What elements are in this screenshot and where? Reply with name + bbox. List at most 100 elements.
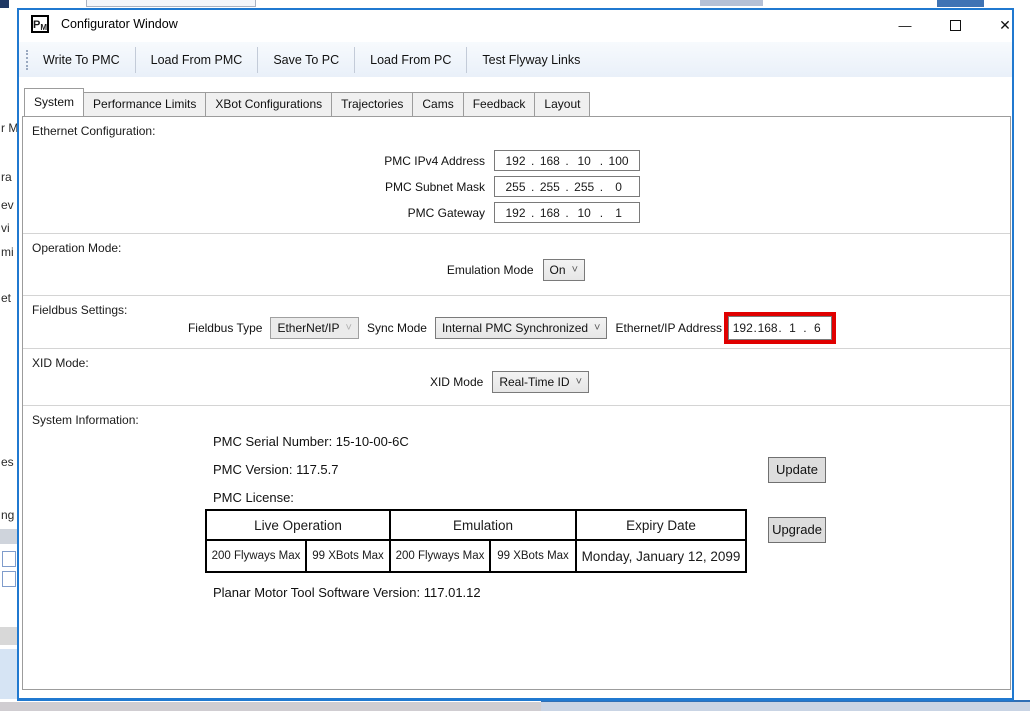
- ip-octet: 192: [732, 321, 754, 335]
- save-to-pc-button[interactable]: Save To PC: [258, 47, 354, 73]
- ethernet-ip-address-input[interactable]: 192.168.1.6: [728, 316, 832, 340]
- background-gray-box: [0, 627, 17, 645]
- ethernet-configuration-section: Ethernet Configuration: PMC IPv4 Address…: [23, 117, 1010, 233]
- emulation-mode-dropdown[interactable]: On ˅: [543, 259, 585, 281]
- background-bottom-right-strip: [541, 700, 1030, 711]
- license-table-data-row: 200 Flyways Max 99 XBots Max 200 Flyways…: [206, 540, 746, 572]
- header-expiry-date: Expiry Date: [576, 510, 746, 540]
- tab-system[interactable]: System: [24, 88, 84, 116]
- tab-xbot-configurations[interactable]: XBot Configurations: [205, 92, 332, 116]
- section-title: Operation Mode:: [32, 241, 121, 255]
- app-icon-letter-m: M: [40, 23, 47, 32]
- fieldbus-type-label: Fieldbus Type: [188, 321, 263, 335]
- ip-octet: 192: [500, 206, 531, 220]
- system-information-section: System Information: PMC Serial Number: 1…: [23, 406, 1010, 691]
- background-mini-box: [2, 571, 16, 587]
- xid-mode-section: XID Mode: XID Mode Real-Time ID ˅: [23, 349, 1010, 405]
- section-title: Ethernet Configuration:: [32, 124, 155, 138]
- ip-octet: 6: [807, 321, 829, 335]
- background-bottom-left-strip: [0, 702, 541, 711]
- header-emulation: Emulation: [390, 510, 576, 540]
- ip-octet: 10: [569, 154, 600, 168]
- title-bar[interactable]: PM Configurator Window — ✕: [19, 10, 1012, 40]
- fieldbus-settings-section: Fieldbus Settings: Fieldbus Type EtherNe…: [23, 296, 1010, 348]
- operation-mode-section: Operation Mode: Emulation Mode On ˅: [23, 234, 1010, 295]
- ip-octet: 255: [534, 180, 565, 194]
- pmc-ipv4-input[interactable]: 192.168.10.100: [494, 150, 640, 171]
- chevron-down-icon: ˅: [346, 323, 352, 334]
- software-version: Planar Motor Tool Software Version: 117.…: [213, 585, 481, 600]
- background-gray-bar: [0, 529, 17, 544]
- ip-octet: 168: [534, 206, 565, 220]
- background-text-fragment: r M: [1, 121, 17, 135]
- app-icon: PM: [31, 15, 49, 33]
- highlight-annotation-box: 192.168.1.6: [724, 312, 836, 344]
- chevron-down-icon: ˅: [572, 265, 578, 276]
- upgrade-button[interactable]: Upgrade: [768, 517, 826, 543]
- load-from-pmc-button[interactable]: Load From PMC: [136, 47, 258, 73]
- pmc-subnet-label: PMC Subnet Mask: [385, 180, 485, 194]
- ip-octet: 100: [603, 154, 634, 168]
- tab-layout[interactable]: Layout: [534, 92, 590, 116]
- header-live-operation: Live Operation: [206, 510, 390, 540]
- live-xbots-cell: 99 XBots Max: [306, 540, 390, 572]
- ip-octet: 168: [534, 154, 565, 168]
- emulation-flyways-cell: 200 Flyways Max: [390, 540, 490, 572]
- background-text-fragment: vi: [1, 221, 17, 235]
- background-text-fragment: et: [1, 291, 17, 305]
- background-text-fragment: ra: [1, 170, 17, 184]
- ip-octet: 10: [569, 206, 600, 220]
- tab-trajectories[interactable]: Trajectories: [331, 92, 413, 116]
- license-table: Live Operation Emulation Expiry Date 200…: [205, 509, 747, 573]
- tab-cams[interactable]: Cams: [412, 92, 463, 116]
- ethernet-ip-address-label: Ethernet/IP Address: [615, 321, 722, 335]
- xid-mode-row: XID Mode Real-Time ID ˅: [23, 371, 1010, 393]
- write-to-pmc-button[interactable]: Write To PMC: [28, 47, 135, 73]
- pmc-gateway-row: PMC Gateway 192.168.10.1: [384, 202, 640, 223]
- toolbar: Write To PMC Load From PMC Save To PC Lo…: [19, 42, 1012, 77]
- background-text-fragment: ng: [1, 508, 17, 522]
- ip-octet: 192: [500, 154, 531, 168]
- configurator-window: PM Configurator Window — ✕ Write To PMC …: [17, 8, 1014, 701]
- dropdown-value: Internal PMC Synchronized: [442, 321, 588, 335]
- chevron-down-icon: ˅: [576, 377, 582, 388]
- emulation-mode-row: Emulation Mode On ˅: [23, 259, 1010, 281]
- xid-mode-label: XID Mode: [430, 375, 483, 389]
- test-flyway-links-button[interactable]: Test Flyway Links: [467, 47, 595, 73]
- live-flyways-cell: 200 Flyways Max: [206, 540, 306, 572]
- tab-performance-limits[interactable]: Performance Limits: [83, 92, 206, 116]
- fieldbus-row: Fieldbus Type EtherNet/IP ˅ Sync Mode In…: [23, 312, 1010, 344]
- maximize-button[interactable]: [935, 10, 975, 40]
- pmc-subnet-row: PMC Subnet Mask 255.255.255.0: [384, 176, 640, 197]
- background-blue-bar: [937, 0, 984, 7]
- emulation-xbots-cell: 99 XBots Max: [490, 540, 576, 572]
- minimize-button[interactable]: —: [885, 10, 925, 40]
- pmc-gateway-label: PMC Gateway: [408, 206, 485, 220]
- ethernet-fields: PMC IPv4 Address 192.168.10.100 PMC Subn…: [384, 150, 640, 223]
- update-button[interactable]: Update: [768, 457, 826, 483]
- background-top-bar: [700, 0, 763, 6]
- ip-octet: 168: [757, 321, 779, 335]
- section-title: System Information:: [32, 413, 139, 427]
- tab-feedback[interactable]: Feedback: [463, 92, 536, 116]
- background-top-box: [86, 0, 256, 7]
- pmc-gateway-input[interactable]: 192.168.10.1: [494, 202, 640, 223]
- load-from-pc-button[interactable]: Load From PC: [355, 47, 466, 73]
- sync-mode-dropdown[interactable]: Internal PMC Synchronized ˅: [435, 317, 608, 339]
- window-title: Configurator Window: [61, 17, 178, 31]
- background-text-fragment: es: [1, 455, 17, 469]
- pmc-ipv4-label: PMC IPv4 Address: [384, 154, 485, 168]
- background-text-fragment: ev: [1, 198, 17, 212]
- pmc-subnet-input[interactable]: 255.255.255.0: [494, 176, 640, 197]
- xid-mode-dropdown[interactable]: Real-Time ID ˅: [492, 371, 589, 393]
- fieldbus-type-dropdown[interactable]: EtherNet/IP ˅: [270, 317, 358, 339]
- ip-octet: 1: [782, 321, 804, 335]
- expiry-date-cell: Monday, January 12, 2099: [576, 540, 746, 572]
- section-title: XID Mode:: [32, 356, 89, 370]
- dropdown-value: EtherNet/IP: [277, 321, 339, 335]
- emulation-mode-label: Emulation Mode: [447, 263, 534, 277]
- ip-octet: 0: [603, 180, 634, 194]
- background-navy-square: [0, 0, 9, 8]
- pmc-license-label: PMC License:: [213, 490, 294, 505]
- close-button[interactable]: ✕: [985, 10, 1025, 40]
